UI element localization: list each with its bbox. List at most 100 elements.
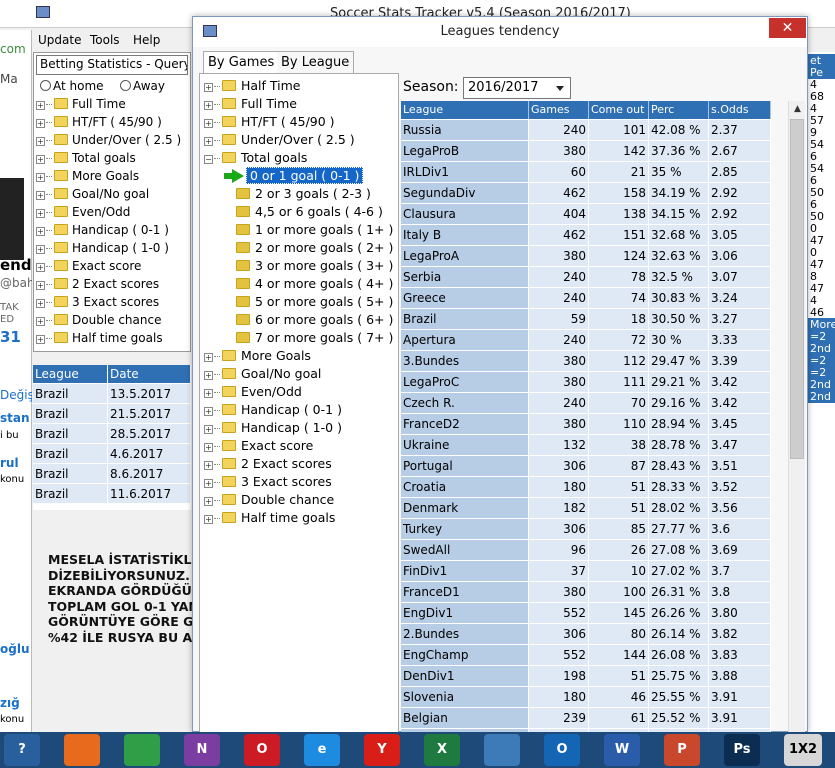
stats-tracker-icon[interactable]: 1X2 <box>784 734 822 766</box>
column-header-come-out[interactable]: Come out <box>589 101 649 119</box>
tree-item[interactable]: + Double chance <box>36 313 161 331</box>
tree-item[interactable]: +3 Exact scores <box>36 295 159 313</box>
expand-toggle-icon[interactable]: − <box>204 155 213 164</box>
column-header-date[interactable]: Date <box>108 365 191 383</box>
tree-subitem[interactable]: 7 or more goals ( 7+ ) <box>236 330 393 348</box>
tree-item[interactable]: + Goal/No goal <box>204 366 321 384</box>
expand-toggle-icon[interactable]: + <box>36 245 45 254</box>
tree-item[interactable]: + HT/FT ( 45/90 ) <box>36 115 162 133</box>
tree-item[interactable]: + Full Time <box>36 97 126 115</box>
radio-away[interactable]: Away <box>120 79 165 93</box>
tree-item[interactable]: +2 Exact scores <box>204 456 332 474</box>
opera-icon[interactable]: O <box>244 734 280 766</box>
radio-at-home[interactable]: At home <box>40 79 104 93</box>
tree-subitem[interactable]: 2 or 3 goals ( 2-3 ) <box>236 186 371 204</box>
expand-toggle-icon[interactable]: + <box>36 263 45 272</box>
expand-toggle-icon[interactable]: + <box>36 173 45 182</box>
expand-toggle-icon[interactable]: + <box>204 425 213 434</box>
tree-subitem[interactable]: 5 or more goals ( 5+ ) <box>236 294 393 312</box>
tree-item[interactable]: + Under/Over ( 2.5 ) <box>204 132 355 150</box>
ie-icon[interactable]: e <box>304 734 340 766</box>
column-header-games[interactable]: Games <box>529 101 589 119</box>
expand-toggle-icon[interactable]: + <box>36 191 45 200</box>
photoshop-icon[interactable]: Ps <box>724 734 760 766</box>
menu-help[interactable]: Help <box>133 33 160 47</box>
tree-item[interactable]: + More Goals <box>36 169 139 187</box>
tree-item[interactable]: + Exact score <box>36 259 141 277</box>
expand-toggle-icon[interactable]: + <box>36 209 45 218</box>
tree-subitem[interactable]: 1 or more goals ( 1+ ) <box>236 222 393 240</box>
outlook-icon[interactable]: O <box>544 734 580 766</box>
tree-item[interactable]: + Even/Odd <box>36 205 130 223</box>
tree-item[interactable]: + Half time goals <box>204 510 335 528</box>
expand-toggle-icon[interactable]: + <box>36 155 45 164</box>
season-select[interactable]: 2016/2017 <box>463 77 571 99</box>
close-icon[interactable]: ✕ <box>769 18 806 38</box>
tree-item[interactable]: + HT/FT ( 45/90 ) <box>204 114 335 132</box>
expand-toggle-icon[interactable]: + <box>36 335 45 344</box>
word-icon[interactable]: W <box>604 734 640 766</box>
tree-item[interactable]: + Half Time <box>204 78 301 96</box>
column-header-league[interactable]: League <box>33 365 108 383</box>
tree-item[interactable]: + Handicap ( 0-1 ) <box>36 223 169 241</box>
chrome-icon[interactable] <box>124 734 160 766</box>
excel-icon[interactable]: X <box>424 734 460 766</box>
tree-item[interactable]: − Total goals <box>204 150 307 168</box>
expand-toggle-icon[interactable]: + <box>36 119 45 128</box>
expand-toggle-icon[interactable]: + <box>204 515 213 524</box>
tree-item[interactable]: + Handicap ( 0-1 ) <box>204 402 342 420</box>
expand-toggle-icon[interactable]: + <box>204 83 213 92</box>
expand-toggle-icon[interactable]: + <box>36 299 45 308</box>
tree-item[interactable]: + Full Time <box>204 96 297 114</box>
table-scrollbar[interactable]: ▲ <box>788 101 805 733</box>
tree-subitem[interactable]: 6 or more goals ( 6+ ) <box>236 312 393 330</box>
tree-item[interactable]: + Exact score <box>204 438 313 456</box>
onenote-icon[interactable]: N <box>184 734 220 766</box>
tree-item[interactable]: +3 Exact scores <box>204 474 332 492</box>
tree-item[interactable]: + Even/Odd <box>204 384 302 402</box>
tab-by-games[interactable]: By Games <box>203 51 280 73</box>
expand-toggle-icon[interactable]: + <box>204 101 213 110</box>
help-icon[interactable]: ? <box>4 734 40 766</box>
expand-toggle-icon[interactable]: + <box>204 353 213 362</box>
tree-item[interactable]: + More Goals <box>204 348 311 366</box>
tree-subitem[interactable]: 4 or more goals ( 4+ ) <box>236 276 393 294</box>
tree-item[interactable]: + Handicap ( 1-0 ) <box>36 241 169 259</box>
expand-toggle-icon[interactable]: + <box>204 137 213 146</box>
tree-subitem[interactable]: 2 or more goals ( 2+ ) <box>236 240 393 258</box>
tree-item[interactable]: + Under/Over ( 2.5 ) <box>36 133 181 151</box>
expand-toggle-icon[interactable]: + <box>36 317 45 326</box>
expand-toggle-icon[interactable]: + <box>204 119 213 128</box>
expand-toggle-icon[interactable]: + <box>204 407 213 416</box>
expand-toggle-icon[interactable]: + <box>36 101 45 110</box>
column-header-league[interactable]: League <box>401 101 529 119</box>
tree-subitem[interactable]: 4,5 or 6 goals ( 4-6 ) <box>236 204 383 222</box>
column-header-perc[interactable]: Perc <box>649 101 709 119</box>
expand-toggle-icon[interactable]: + <box>36 137 45 146</box>
tree-item[interactable]: + Half time goals <box>36 331 163 349</box>
app-icon[interactable] <box>484 734 520 766</box>
tree-item[interactable]: + Double chance <box>204 492 334 510</box>
tree-item[interactable]: + Total goals <box>36 151 136 169</box>
tree-item[interactable]: + Handicap ( 1-0 ) <box>204 420 342 438</box>
menu-update[interactable]: Update <box>38 33 81 47</box>
tree-item[interactable]: + Goal/No goal <box>36 187 149 205</box>
tree-subitem[interactable]: 3 or more goals ( 3+ ) <box>236 258 393 276</box>
firefox-icon[interactable] <box>64 734 100 766</box>
expand-toggle-icon[interactable]: + <box>204 497 213 506</box>
column-header-s-odds[interactable]: s.Odds <box>709 101 771 119</box>
expand-toggle-icon[interactable]: + <box>36 227 45 236</box>
expand-toggle-icon[interactable]: + <box>204 479 213 488</box>
tab-by-league[interactable]: By League <box>277 51 355 73</box>
query-select[interactable]: Betting Statistics - Query <box>36 55 188 75</box>
expand-toggle-icon[interactable]: + <box>204 371 213 380</box>
powerpoint-icon[interactable]: P <box>664 734 700 766</box>
yandex-icon[interactable]: Y <box>364 734 400 766</box>
expand-toggle-icon[interactable]: + <box>204 389 213 398</box>
expand-toggle-icon[interactable]: + <box>204 443 213 452</box>
scroll-thumb[interactable] <box>790 119 804 459</box>
expand-toggle-icon[interactable]: + <box>204 461 213 470</box>
menu-tools[interactable]: Tools <box>90 33 120 47</box>
tree-item[interactable]: +2 Exact scores <box>36 277 159 295</box>
scroll-up-icon[interactable]: ▲ <box>789 101 806 117</box>
